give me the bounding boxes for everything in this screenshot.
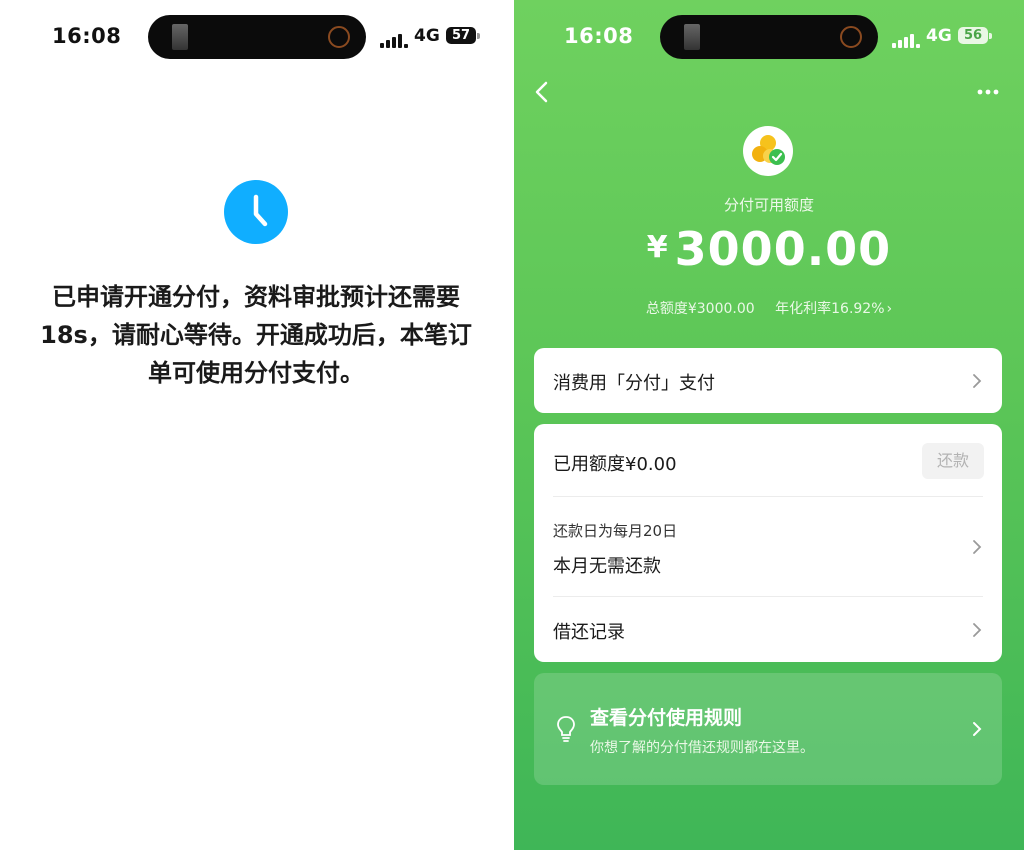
more-dots-icon[interactable] — [976, 82, 1000, 102]
signal-icon — [892, 28, 922, 48]
usage-rules-banner[interactable]: 查看分付使用规则 你想了解的分付借还规则都在这里。 — [534, 673, 1002, 785]
used-amount-row: 已用额度¥0.00 还款 — [534, 424, 1002, 496]
left-screen: 16:08 4G 57 已申请开通分付，资料审批预计还需要18s，请耐心等待。开… — [0, 0, 512, 853]
right-screen: 16:08 4G 56 分付可用额度 ¥3000.00 总额度¥3000.00 … — [514, 0, 1024, 850]
status-time: 16:08 — [52, 24, 122, 48]
island-thumbnail — [684, 24, 700, 50]
pay-with-fenfu-card[interactable]: 消费用「分付」支付 — [534, 348, 1002, 413]
chevron-right-icon: › — [886, 301, 893, 317]
annual-rate[interactable]: 年化利率16.92% — [775, 301, 884, 317]
used-amount: 已用额度¥0.00 — [553, 454, 677, 475]
battery-nub — [477, 33, 480, 39]
dynamic-island — [660, 15, 878, 59]
island-indicator-icon — [840, 26, 862, 48]
status-time: 16:08 — [564, 24, 634, 48]
repay-button[interactable]: 还款 — [922, 443, 984, 479]
chevron-right-icon — [972, 622, 982, 638]
signal-icon — [380, 28, 410, 48]
chevron-left-icon[interactable] — [532, 80, 554, 104]
pay-with-fenfu-label: 消费用「分付」支付 — [553, 373, 715, 394]
battery-level: 57 — [446, 27, 476, 44]
total-limit: 总额度¥3000.00 — [645, 301, 755, 317]
island-indicator-icon — [328, 26, 350, 48]
rules-title: 查看分付使用规则 — [590, 707, 743, 729]
lightbulb-icon — [556, 715, 576, 747]
repay-day: 还款日为每月20日 — [553, 522, 678, 540]
clock-icon — [224, 180, 288, 244]
network-type: 4G — [414, 26, 440, 46]
records-label: 借还记录 — [553, 622, 625, 643]
no-repay-text: 本月无需还款 — [553, 556, 661, 577]
chevron-right-icon — [972, 373, 982, 389]
usage-card: 已用额度¥0.00 还款 还款日为每月20日 本月无需还款 借还记录 — [534, 424, 1002, 662]
network-type: 4G — [926, 26, 952, 46]
limit-rate-row[interactable]: 总额度¥3000.00 年化利率16.92% › — [514, 298, 1024, 318]
repay-info-row[interactable]: 还款日为每月20日 本月无需还款 — [534, 497, 1002, 596]
available-amount: ¥3000.00 — [514, 222, 1024, 276]
dynamic-island — [148, 15, 366, 59]
battery-nub — [989, 33, 992, 39]
quota-label: 分付可用额度 — [723, 196, 814, 214]
rules-subtitle: 你想了解的分付借还规则都在这里。 — [590, 740, 814, 756]
currency-symbol: ¥ — [646, 230, 669, 265]
island-thumbnail — [172, 24, 188, 50]
chevron-right-icon — [972, 539, 982, 555]
battery-level: 56 — [958, 27, 988, 44]
records-row[interactable]: 借还记录 — [534, 597, 1002, 662]
approval-message: 已申请开通分付，资料审批预计还需要18s，请耐心等待。开通成功后，本笔订单可使用… — [40, 283, 472, 387]
amount-value: 3000.00 — [674, 222, 892, 276]
fenfu-logo-icon — [743, 126, 793, 176]
chevron-right-icon — [972, 721, 982, 737]
